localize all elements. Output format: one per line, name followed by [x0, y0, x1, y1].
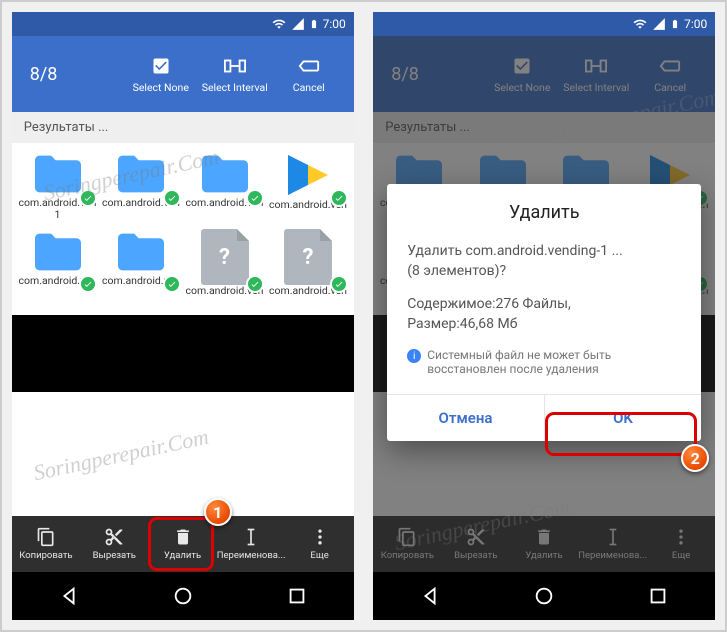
selected-check-icon — [330, 189, 348, 207]
selected-check-icon — [163, 275, 181, 293]
selected-check-icon — [330, 275, 348, 293]
info-icon: i — [407, 349, 421, 363]
select-none-button[interactable]: Select None — [124, 55, 198, 94]
callout-badge-1: 1 — [204, 498, 232, 526]
battery-icon — [309, 16, 319, 32]
back-nav-icon[interactable] — [419, 585, 441, 607]
selection-count: 8/8 — [30, 64, 58, 85]
battery-icon — [670, 16, 680, 32]
file-grid: com.android.vending-1com.android.vending… — [12, 143, 354, 315]
folder-icon — [113, 229, 169, 275]
dialog-cancel-button[interactable]: Отмена — [387, 395, 544, 441]
android-nav-bar — [373, 572, 715, 620]
rename-icon — [241, 527, 261, 547]
recents-nav-icon[interactable] — [647, 585, 669, 607]
screenshot-left: 7:00 8/8 Select None Select Interval Can… — [12, 12, 354, 620]
signal-icon — [291, 17, 305, 31]
home-nav-icon[interactable] — [172, 585, 194, 607]
play-store-icon — [284, 151, 332, 199]
wifi-icon — [271, 17, 287, 31]
more-icon — [310, 527, 330, 547]
clock: 7:00 — [684, 17, 707, 31]
breadcrumb[interactable]: Результаты ... — [12, 112, 354, 143]
home-nav-icon[interactable] — [533, 585, 555, 607]
folder-icon — [30, 151, 86, 197]
delete-button[interactable]: Удалить — [148, 516, 216, 572]
dialog-body: Удалить com.android.vending-1 ... (8 эле… — [407, 241, 681, 334]
file-item[interactable]: com.android.vending — [99, 229, 183, 311]
file-item[interactable]: com.android.vending — [183, 151, 267, 225]
select-interval-button[interactable]: Select Interval — [198, 55, 272, 94]
cut-button[interactable]: Вырезать — [80, 516, 148, 572]
more-button[interactable]: Еще — [285, 516, 353, 572]
copy-icon: 1 — [36, 527, 56, 547]
dialog-ok-button[interactable]: OK — [544, 395, 702, 441]
copy-button[interactable]: 1 Копировать — [12, 516, 80, 572]
cancel-button[interactable]: Cancel — [272, 55, 346, 94]
file-item[interactable]: com.android.vending — [16, 229, 100, 311]
file-item[interactable]: ?com.android.vending_ — [183, 229, 267, 311]
scissors-icon — [104, 527, 124, 547]
back-nav-icon[interactable] — [58, 585, 80, 607]
file-item[interactable]: com.android.vending — [99, 151, 183, 225]
bottom-toolbar: 1 Копировать Вырезать Удалить Переименов… — [12, 516, 354, 572]
signal-icon — [652, 17, 666, 31]
wifi-icon — [632, 17, 648, 31]
cancel-icon — [298, 55, 320, 77]
empty-area — [12, 392, 354, 516]
clock: 7:00 — [323, 17, 346, 31]
android-nav-bar — [12, 572, 354, 620]
folder-icon — [197, 151, 253, 197]
status-bar: 7:00 — [12, 12, 354, 36]
trash-icon — [173, 527, 193, 547]
status-bar: 7:00 — [373, 12, 715, 36]
recents-nav-icon[interactable] — [286, 585, 308, 607]
file-item[interactable]: com.android.vending-1 — [16, 151, 100, 225]
rename-button[interactable]: Переименова... — [217, 516, 286, 572]
file-item[interactable]: ?com.android.vending_ — [266, 229, 350, 311]
dialog-warning: i Системный файл не может быть восстанов… — [407, 348, 681, 376]
unknown-file-icon: ? — [284, 229, 332, 285]
checkbox-icon — [150, 55, 172, 77]
delete-dialog: Удалить Удалить com.android.vending-1 ..… — [387, 184, 701, 441]
app-bar: 8/8 Select None Select Interval Cancel — [12, 36, 354, 112]
folder-icon — [30, 229, 86, 275]
interval-icon — [224, 55, 246, 77]
selected-check-icon — [163, 189, 181, 207]
file-item[interactable]: com.android.vending.p — [266, 151, 350, 225]
dialog-title: Удалить — [407, 202, 681, 223]
folder-icon — [113, 151, 169, 197]
screenshot-right: 7:00 8/8 Select None Select Interval Can… — [373, 12, 715, 620]
unknown-file-icon: ? — [201, 229, 249, 285]
svg-text:1: 1 — [44, 534, 49, 544]
